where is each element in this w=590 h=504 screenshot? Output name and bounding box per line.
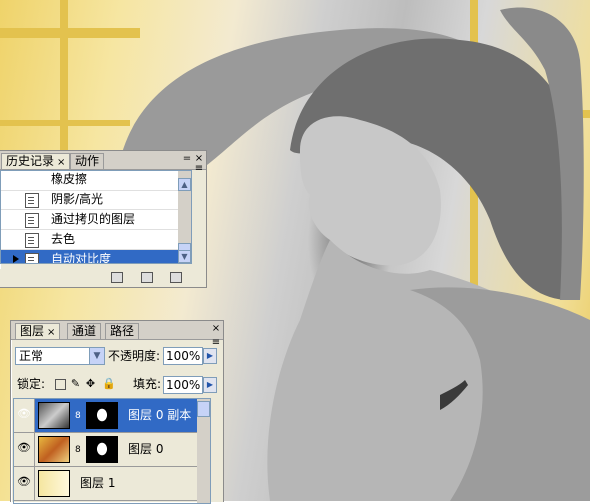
- tab-label: 通道: [72, 324, 97, 338]
- opacity-label: 不透明度:: [108, 349, 161, 363]
- history-item[interactable]: 通过拷贝的图层: [1, 210, 191, 230]
- panel-menu-icon[interactable]: ≡: [194, 164, 204, 174]
- layer-row[interactable]: 👁 8 图层 0 副本: [14, 399, 210, 433]
- lock-all-icon[interactable]: 🔒: [102, 378, 116, 389]
- close-icon[interactable]: ×: [211, 324, 221, 334]
- fill-input[interactable]: 100%: [163, 376, 203, 394]
- panel-menu-icon[interactable]: ≡: [211, 338, 221, 348]
- scroll-down-icon[interactable]: ▼: [178, 250, 191, 263]
- tab-layers[interactable]: 图层 ×: [15, 323, 61, 339]
- history-item-label: 自动对比度: [51, 252, 112, 264]
- layer-mask-thumbnail: [86, 436, 118, 463]
- eye-icon[interactable]: 👁: [17, 476, 31, 487]
- history-scrollbar[interactable]: ▲ ▼: [178, 171, 191, 263]
- fill-label: 填充:: [133, 377, 162, 391]
- history-footer: [0, 269, 206, 287]
- history-item-label: 橡皮擦: [51, 172, 88, 186]
- layer-mask-thumbnail: [86, 402, 118, 429]
- document-icon: [25, 233, 39, 248]
- document-icon: [25, 253, 39, 263]
- history-item-label: 阴影/高光: [51, 192, 104, 206]
- layer-row[interactable]: 👁 8 图层 0: [14, 433, 210, 467]
- layers-list: 👁 8 图层 0 副本 👁 8 图层 0 👁 图层 1: [13, 398, 211, 504]
- tab-channels[interactable]: 通道: [67, 323, 102, 339]
- tab-label: 历史记录: [6, 154, 55, 168]
- tab-history[interactable]: 历史记录 ×: [1, 153, 71, 169]
- history-item-selected[interactable]: 自动对比度: [1, 250, 191, 264]
- tab-label: 路径: [110, 324, 135, 338]
- close-icon[interactable]: ×: [57, 157, 65, 168]
- document-icon: [25, 193, 39, 208]
- blend-mode-value: 正常: [19, 349, 44, 363]
- layer-name: 图层 1: [80, 476, 116, 490]
- blend-mode-select[interactable]: 正常 ▼: [15, 347, 105, 365]
- layer-name: 图层 0 副本: [128, 408, 192, 422]
- visibility-cell[interactable]: 👁: [14, 467, 35, 500]
- lock-label: 锁定:: [17, 377, 46, 391]
- chevron-down-icon[interactable]: ▼: [89, 348, 104, 364]
- history-item[interactable]: 阴影/高光: [1, 190, 191, 210]
- tab-label: 动作: [75, 154, 100, 168]
- tab-label: 图层: [20, 324, 45, 338]
- layers-scrollbar[interactable]: [197, 399, 210, 503]
- scroll-thumb[interactable]: [197, 401, 210, 417]
- scroll-up-icon[interactable]: ▲: [178, 178, 191, 191]
- opacity-input[interactable]: 100%: [163, 347, 203, 365]
- history-item[interactable]: 橡皮擦: [1, 171, 191, 191]
- layers-panel: 图层 × 通道 路径 × ≡ 正常 ▼ 不透明度: 100% ▶ 锁定: ✎ ✥ …: [10, 320, 224, 504]
- link-chain-icon: 8: [75, 445, 81, 455]
- lock-brush-icon[interactable]: ✎: [70, 378, 81, 389]
- tab-paths[interactable]: 路径: [105, 323, 140, 339]
- eye-icon[interactable]: 👁: [17, 442, 31, 453]
- history-item-label: 去色: [51, 232, 76, 246]
- eye-icon[interactable]: 👁: [17, 408, 31, 419]
- layer-name: 图层 0: [128, 442, 164, 456]
- minimize-icon[interactable]: =: [182, 154, 192, 164]
- lock-transparent-icon[interactable]: [55, 379, 66, 390]
- layer-row[interactable]: 👁 图层 1: [14, 467, 210, 501]
- history-list: 橡皮擦 阴影/高光 通过拷贝的图层 去色 自动对比度 ▲ ▼: [0, 170, 192, 264]
- visibility-cell[interactable]: 👁: [14, 433, 35, 466]
- history-item-label: 通过拷贝的图层: [51, 212, 136, 226]
- opacity-arrow-icon[interactable]: ▶: [203, 348, 217, 364]
- history-state-arrow-icon: [13, 255, 19, 263]
- history-tabbar: 历史记录 × 动作 = ×: [0, 151, 206, 170]
- document-icon: [25, 213, 39, 228]
- new-document-from-state-icon[interactable]: [111, 272, 123, 283]
- visibility-cell[interactable]: 👁: [14, 399, 35, 432]
- link-chain-icon: 8: [75, 411, 81, 421]
- layer-thumbnail: [38, 470, 70, 497]
- layer-thumbnail: [38, 436, 70, 463]
- lock-move-icon[interactable]: ✥: [85, 378, 96, 389]
- fill-arrow-icon[interactable]: ▶: [203, 377, 217, 393]
- history-panel: 历史记录 × 动作 = × ≡ 橡皮擦 阴影/高光 通过拷贝的图层 去色 自动对比…: [0, 150, 207, 288]
- snapshot-camera-icon[interactable]: [141, 272, 153, 283]
- trash-icon[interactable]: [170, 272, 182, 283]
- tab-actions[interactable]: 动作: [70, 153, 105, 169]
- history-item[interactable]: 去色: [1, 230, 191, 250]
- layers-tabbar: 图层 × 通道 路径 ×: [11, 321, 223, 340]
- close-icon[interactable]: ×: [47, 327, 55, 338]
- layer-thumbnail: [38, 402, 70, 429]
